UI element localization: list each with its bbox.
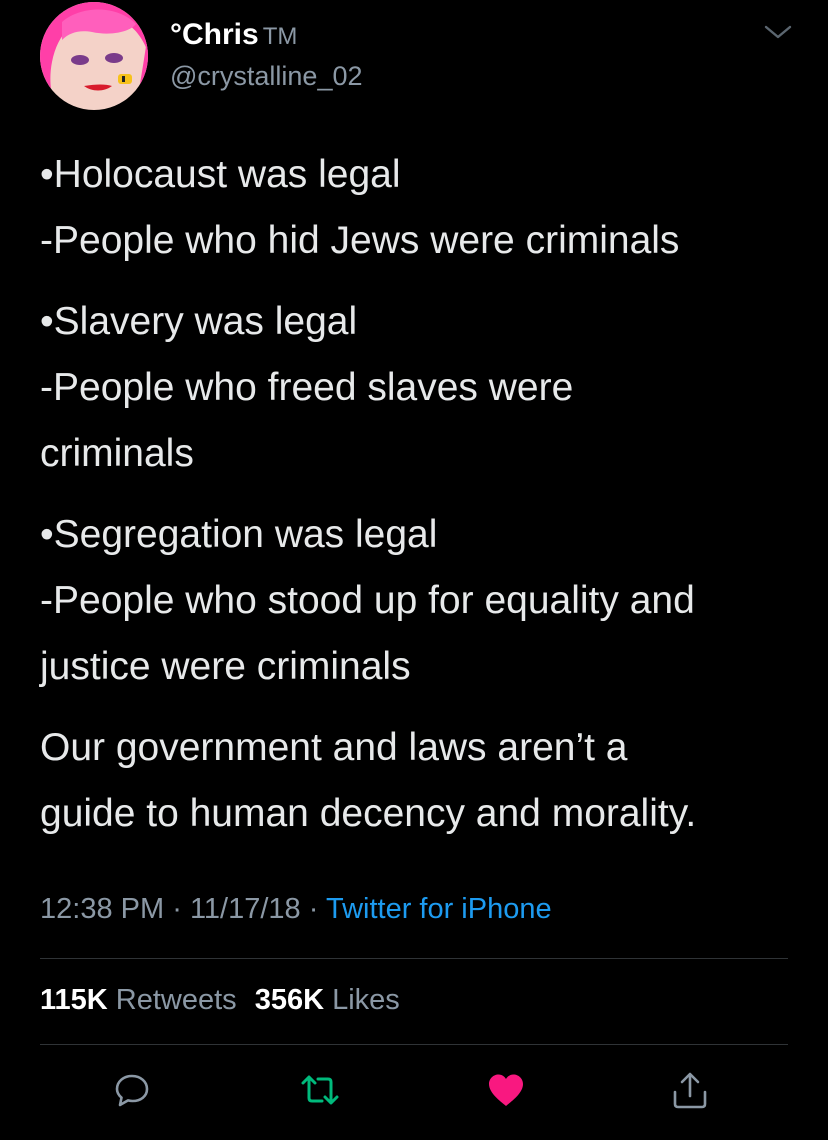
tweet-paragraph-3: •Segregation was legal -People who stood… [40, 502, 800, 700]
retweets-stat[interactable]: 115K Retweets [40, 984, 237, 1016]
tweet-text: •Holocaust was legal -People who hid Jew… [40, 142, 800, 847]
tweet-line: •Slavery was legal [40, 300, 358, 343]
tweet-line: guide to human decency and morality. [40, 792, 697, 835]
retweets-label: Retweets [115, 984, 237, 1016]
likes-label: Likes [332, 984, 400, 1016]
tweet-stats: 115K Retweets 356K Likes [40, 984, 400, 1017]
tweet-line: •Holocaust was legal [40, 153, 401, 196]
chevron-down-icon[interactable] [763, 22, 793, 42]
tweet-line: Our government and laws aren’t a [40, 726, 628, 769]
tweet-source-link[interactable]: Twitter for iPhone [326, 893, 552, 925]
trademark-badge: TM [262, 23, 298, 50]
tweet-line: •Segregation was legal [40, 513, 438, 556]
user-handle[interactable]: @crystalline_02 [170, 61, 363, 92]
tweet-line: -People who stood up for equality and [40, 579, 695, 622]
likes-stat[interactable]: 356K Likes [255, 984, 400, 1016]
divider [40, 1044, 788, 1045]
tweet-line: justice were criminals [40, 645, 411, 688]
display-name[interactable]: °Chris TM [170, 18, 297, 52]
share-icon[interactable] [670, 1070, 710, 1110]
avatar[interactable] [40, 2, 148, 110]
tweet-paragraph-4: Our government and laws aren’t a guide t… [40, 715, 800, 847]
retweets-count: 115K [40, 984, 108, 1016]
heart-icon[interactable] [486, 1070, 526, 1110]
display-name-text[interactable]: °Chris [170, 18, 259, 51]
likes-count: 356K [254, 984, 325, 1016]
divider [40, 958, 788, 959]
tweet-line: criminals [40, 432, 194, 475]
tweet-line: -People who hid Jews were criminals [40, 219, 680, 262]
tweet-paragraph-2: •Slavery was legal -People who freed sla… [40, 289, 800, 487]
tweet-paragraph-1: •Holocaust was legal -People who hid Jew… [40, 142, 800, 274]
retweet-icon[interactable] [300, 1070, 340, 1110]
tweet-metadata: 12:38 PM · 11/17/18 · Twitter for iPhone [40, 893, 552, 926]
tweet-line: -People who freed slaves were [40, 366, 574, 409]
meta-separator: · [172, 893, 182, 925]
tweet-time[interactable]: 12:38 PM [40, 893, 164, 925]
tweet-date[interactable]: 11/17/18 [190, 893, 301, 925]
reply-icon[interactable] [112, 1070, 152, 1110]
meta-separator: · [308, 893, 319, 925]
